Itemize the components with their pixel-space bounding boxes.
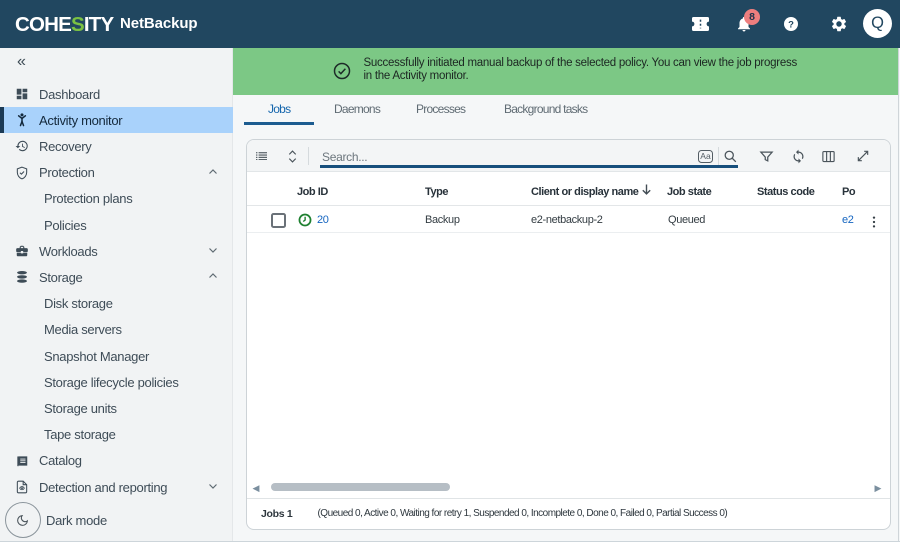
svg-text:?: ? [788,20,794,31]
